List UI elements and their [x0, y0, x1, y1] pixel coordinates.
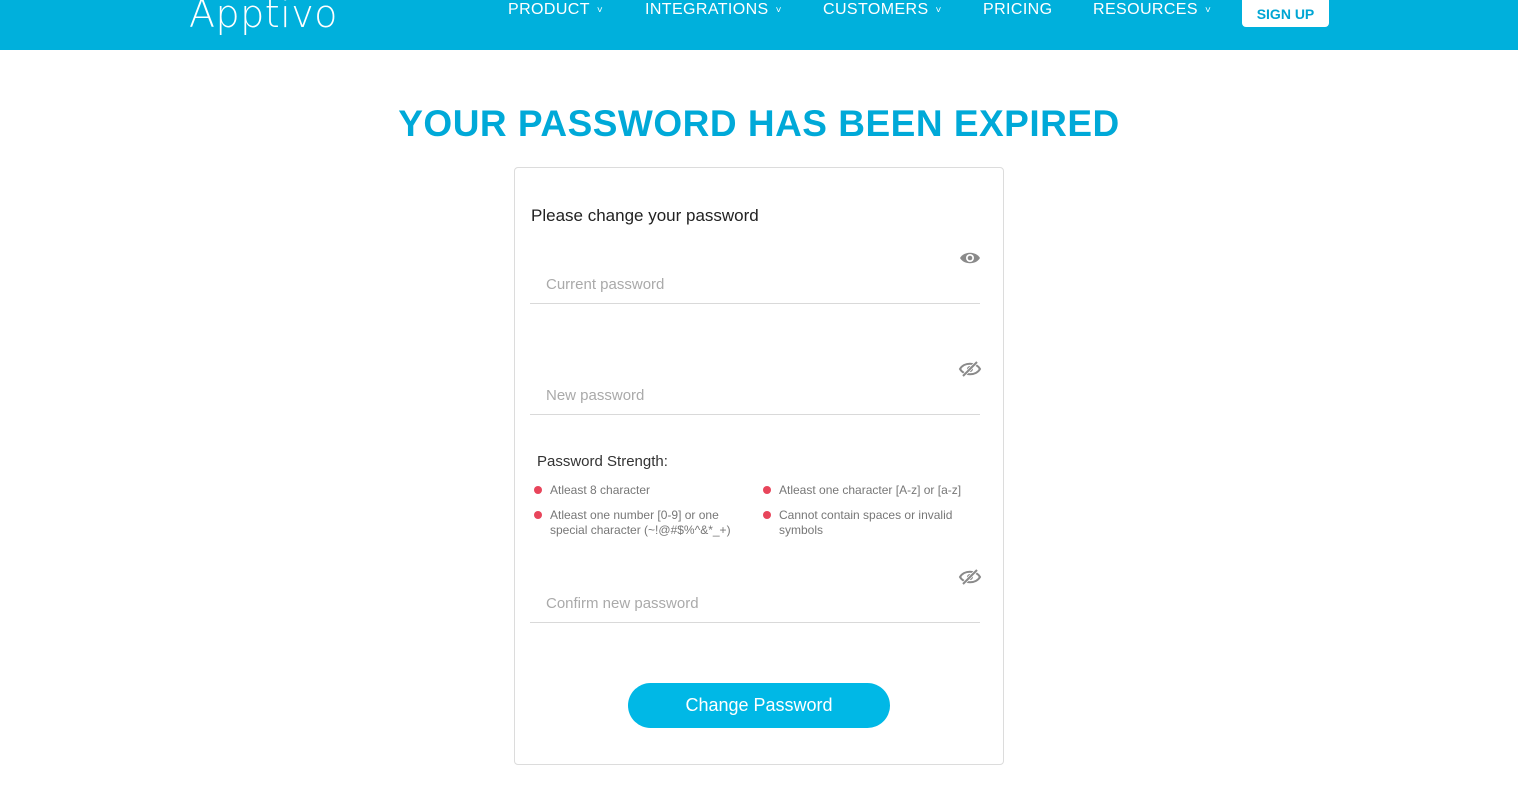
nav-item-label: PRODUCT [508, 1, 590, 18]
status-dot-icon [763, 511, 771, 519]
strength-rule: Cannot contain spaces or invalid symbols [763, 508, 973, 538]
eye-icon[interactable] [958, 248, 982, 268]
strength-rule-text: Atleast one number [0-9] or one special … [550, 508, 731, 537]
nav-item-customers[interactable]: CUSTOMERS ˅ [823, 1, 942, 19]
status-dot-icon [763, 486, 771, 494]
change-password-card: Please change your password Password Str… [514, 167, 1004, 765]
strength-rule: Atleast one character [A-z] or [a-z] [763, 483, 988, 498]
new-password-input[interactable] [530, 378, 956, 412]
status-dot-icon [534, 511, 542, 519]
strength-rule-text: Atleast one character [A-z] or [a-z] [779, 483, 962, 497]
nav-item-product[interactable]: PRODUCT ˅ [508, 1, 603, 19]
chevron-down-icon: ˅ [596, 5, 604, 16]
eye-slash-icon[interactable] [958, 567, 982, 587]
nav-item-pricing[interactable]: PRICING [983, 1, 1052, 19]
change-password-button[interactable]: Change Password [628, 683, 890, 728]
nav-item-label: CUSTOMERS [823, 1, 929, 18]
nav-item-integrations[interactable]: INTEGRATIONS ˅ [645, 1, 782, 19]
eye-slash-icon[interactable] [958, 359, 982, 379]
nav-item-label: INTEGRATIONS [645, 1, 769, 18]
chevron-down-icon: ˅ [1204, 5, 1212, 16]
password-strength-label: Password Strength: [537, 453, 668, 470]
form-subtitle: Please change your password [531, 206, 759, 225]
confirm-password-input[interactable] [530, 586, 956, 620]
apptivo-logo[interactable]: Apptivo [189, 0, 338, 40]
strength-rule-text: Cannot contain spaces or invalid symbols [779, 508, 953, 537]
sign-up-button[interactable]: SIGN UP [1242, 0, 1329, 27]
page-title: YOUR PASSWORD HAS BEEN EXPIRED [398, 103, 1120, 144]
nav-item-resources[interactable]: RESOURCES ˅ [1093, 1, 1211, 19]
strength-rule: Atleast 8 character [534, 483, 744, 498]
current-password-input[interactable] [530, 267, 956, 301]
nav-item-label: PRICING [983, 1, 1053, 18]
chevron-down-icon: ˅ [935, 5, 942, 16]
status-dot-icon [534, 486, 542, 494]
strength-rule: Atleast one number [0-9] or one special … [534, 508, 744, 538]
chevron-down-icon: ˅ [775, 5, 782, 16]
confirm-password-field [530, 568, 982, 623]
new-password-field [530, 360, 982, 415]
current-password-field [530, 252, 980, 304]
strength-rule-text: Atleast 8 character [550, 483, 651, 497]
top-navigation-bar: Apptivo PRODUCT ˅ INTEGRATIONS ˅ CUSTOME… [0, 0, 1518, 50]
nav-item-label: RESOURCES [1093, 1, 1198, 18]
